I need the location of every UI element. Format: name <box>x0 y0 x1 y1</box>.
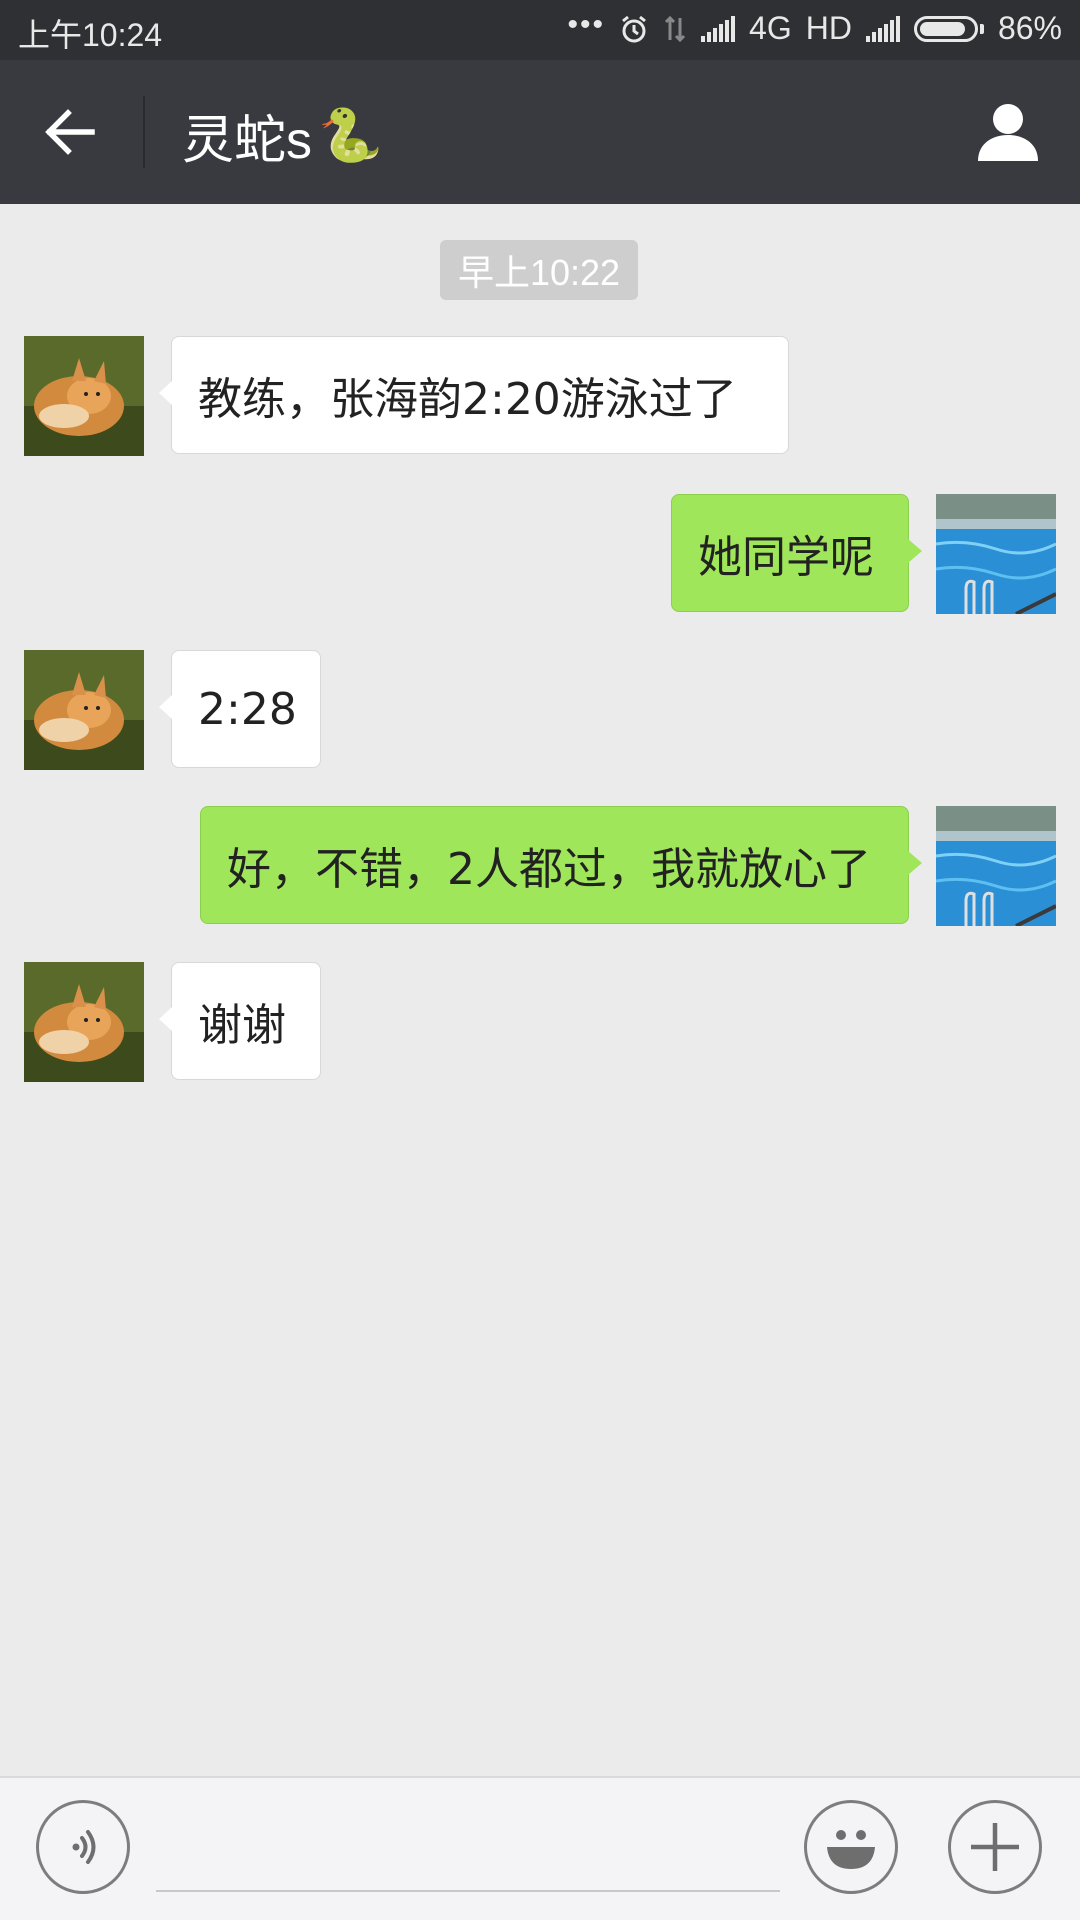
signal-icon-2 <box>865 15 900 42</box>
chat-title: 灵蛇s 🐍 <box>182 98 383 173</box>
message-bubble-outgoing[interactable]: 她同学呢 <box>671 494 922 612</box>
message-text: 2:28 <box>198 683 297 735</box>
more-notifications-icon: ••• <box>567 7 606 41</box>
battery-icon <box>913 15 984 42</box>
voice-icon <box>72 1830 96 1864</box>
message-bubble-incoming[interactable]: 教练，张海韵2:20游泳过了 <box>159 336 789 454</box>
status-bar: 上午10:24 ••• 4G HD 86% <box>0 0 1080 60</box>
contact-avatar[interactable] <box>24 650 144 770</box>
smiley-icon <box>827 1830 875 1869</box>
message-list[interactable]: 早上10:22 教练，张海韵2:20游泳过了 她同学呢 2:28 好，不错，2人… <box>0 204 1080 1774</box>
data-arrows-icon <box>663 14 687 44</box>
my-avatar[interactable] <box>936 806 1056 926</box>
battery-percent: 86% <box>997 10 1062 46</box>
my-avatar[interactable] <box>936 494 1056 614</box>
message-text: 谢谢 <box>198 1000 286 1051</box>
header-divider <box>143 96 145 168</box>
chat-header: 灵蛇s 🐍 <box>0 60 1080 204</box>
contact-avatar[interactable] <box>24 962 144 1082</box>
message-bubble-incoming[interactable]: 2:28 <box>159 650 321 768</box>
contact-profile-button[interactable] <box>966 90 1050 174</box>
plus-icon <box>971 1823 1019 1871</box>
input-bar <box>0 1776 1080 1920</box>
snake-icon: 🐍 <box>318 107 383 165</box>
emoji-button[interactable] <box>804 1800 898 1894</box>
hd-indicator: HD <box>805 10 852 46</box>
message-bubble-incoming[interactable]: 谢谢 <box>159 962 321 1080</box>
network-type: 4G <box>749 10 792 46</box>
back-button[interactable] <box>30 92 110 172</box>
status-icons: ••• 4G HD 86% <box>567 7 1062 47</box>
message-text: 她同学呢 <box>698 532 874 583</box>
voice-input-button[interactable] <box>36 1800 130 1894</box>
status-time: 上午10:24 <box>18 17 163 53</box>
more-options-button[interactable] <box>948 1800 1042 1894</box>
person-icon <box>978 104 1038 161</box>
message-text: 好，不错，2人都过，我就放心了 <box>227 844 871 895</box>
message-bubble-outgoing[interactable]: 好，不错，2人都过，我就放心了 <box>200 806 922 924</box>
alarm-icon <box>619 14 649 44</box>
message-text: 教练，张海韵2:20游泳过了 <box>198 374 737 425</box>
message-input[interactable] <box>156 1808 780 1892</box>
contact-avatar[interactable] <box>24 336 144 456</box>
message-timestamp: 早上10:22 <box>440 240 638 300</box>
contact-name: 灵蛇s <box>182 112 313 170</box>
signal-icon <box>701 15 736 42</box>
arrow-left-icon <box>45 109 95 155</box>
